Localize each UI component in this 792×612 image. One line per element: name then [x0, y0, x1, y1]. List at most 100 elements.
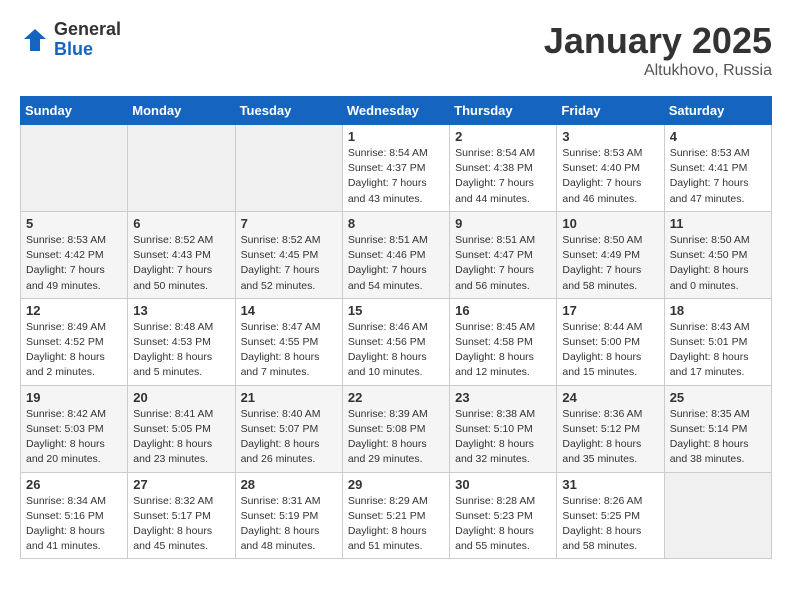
- page-header: General Blue January 2025 Altukhovo, Rus…: [20, 20, 772, 80]
- day-number: 20: [133, 390, 229, 405]
- calendar-cell: 21 Sunrise: 8:40 AMSunset: 5:07 PMDayligh…: [235, 385, 342, 472]
- day-info: Sunrise: 8:34 AMSunset: 5:16 PMDaylight:…: [26, 494, 122, 555]
- header-row: Sunday Monday Tuesday Wednesday Thursday…: [21, 97, 772, 125]
- day-info: Sunrise: 8:32 AMSunset: 5:17 PMDaylight:…: [133, 494, 229, 555]
- week-row-1: 1 Sunrise: 8:54 AMSunset: 4:37 PMDaylight…: [21, 125, 772, 212]
- logo-general: General: [54, 20, 121, 40]
- day-info: Sunrise: 8:52 AMSunset: 4:45 PMDaylight:…: [241, 233, 337, 294]
- day-number: 11: [670, 216, 766, 231]
- day-number: 4: [670, 129, 766, 144]
- day-number: 31: [562, 477, 658, 492]
- calendar-cell: 2 Sunrise: 8:54 AMSunset: 4:38 PMDaylight…: [450, 125, 557, 212]
- week-row-3: 12Sunrise: 8:49 AMSunset: 4:52 PMDayligh…: [21, 298, 772, 385]
- day-info: Sunrise: 8:54 AMSunset: 4:38 PMDaylight:…: [455, 146, 551, 207]
- calendar-cell: 7Sunrise: 8:52 AMSunset: 4:45 PMDaylight…: [235, 211, 342, 298]
- calendar-cell: 29Sunrise: 8:29 AMSunset: 5:21 PMDayligh…: [342, 472, 449, 559]
- calendar-cell: 19 Sunrise: 8:42 AMSunset: 5:03 PMDayligh…: [21, 385, 128, 472]
- day-info: Sunrise: 8:39 AMSunset: 5:08 PMDaylight:…: [348, 407, 444, 468]
- calendar-cell: 16Sunrise: 8:45 AMSunset: 4:58 PMDayligh…: [450, 298, 557, 385]
- week-row-5: 26 Sunrise: 8:34 AMSunset: 5:16 PMDayligh…: [21, 472, 772, 559]
- day-number: 1: [348, 129, 444, 144]
- calendar-cell: 30 Sunrise: 8:28 AMSunset: 5:23 PMDayligh…: [450, 472, 557, 559]
- calendar-cell: 11Sunrise: 8:50 AMSunset: 4:50 PMDayligh…: [664, 211, 771, 298]
- header-thursday: Thursday: [450, 97, 557, 125]
- calendar-cell: 9 Sunrise: 8:51 AMSunset: 4:47 PMDaylight…: [450, 211, 557, 298]
- day-info: Sunrise: 8:28 AMSunset: 5:23 PMDaylight:…: [455, 494, 551, 555]
- day-number: 5: [26, 216, 122, 231]
- day-number: 14: [241, 303, 337, 318]
- day-number: 12: [26, 303, 122, 318]
- day-number: 16: [455, 303, 551, 318]
- calendar-table: Sunday Monday Tuesday Wednesday Thursday…: [20, 96, 772, 559]
- logo-text: General Blue: [54, 20, 121, 60]
- day-info: Sunrise: 8:31 AMSunset: 5:19 PMDaylight:…: [241, 494, 337, 555]
- day-number: 9: [455, 216, 551, 231]
- day-info: Sunrise: 8:53 AMSunset: 4:41 PMDaylight:…: [670, 146, 766, 207]
- calendar-cell: [128, 125, 235, 212]
- day-number: 17: [562, 303, 658, 318]
- day-info: Sunrise: 8:38 AMSunset: 5:10 PMDaylight:…: [455, 407, 551, 468]
- header-friday: Friday: [557, 97, 664, 125]
- day-number: 15: [348, 303, 444, 318]
- calendar-cell: 15Sunrise: 8:46 AMSunset: 4:56 PMDayligh…: [342, 298, 449, 385]
- day-info: Sunrise: 8:43 AMSunset: 5:01 PMDaylight:…: [670, 320, 766, 381]
- calendar-cell: 14 Sunrise: 8:47 AMSunset: 4:55 PMDayligh…: [235, 298, 342, 385]
- day-number: 13: [133, 303, 229, 318]
- day-number: 21: [241, 390, 337, 405]
- day-number: 30: [455, 477, 551, 492]
- calendar-cell: 8Sunrise: 8:51 AMSunset: 4:46 PMDaylight…: [342, 211, 449, 298]
- week-row-2: 5 Sunrise: 8:53 AMSunset: 4:42 PMDaylight…: [21, 211, 772, 298]
- day-number: 25: [670, 390, 766, 405]
- header-monday: Monday: [128, 97, 235, 125]
- calendar-cell: [235, 125, 342, 212]
- day-info: Sunrise: 8:54 AMSunset: 4:37 PMDaylight:…: [348, 146, 444, 207]
- calendar-cell: 1 Sunrise: 8:54 AMSunset: 4:37 PMDaylight…: [342, 125, 449, 212]
- day-number: 27: [133, 477, 229, 492]
- day-number: 19: [26, 390, 122, 405]
- day-number: 23: [455, 390, 551, 405]
- day-info: Sunrise: 8:47 AMSunset: 4:55 PMDaylight:…: [241, 320, 337, 381]
- week-row-4: 19 Sunrise: 8:42 AMSunset: 5:03 PMDayligh…: [21, 385, 772, 472]
- day-info: Sunrise: 8:53 AMSunset: 4:42 PMDaylight:…: [26, 233, 122, 294]
- calendar-cell: 5 Sunrise: 8:53 AMSunset: 4:42 PMDaylight…: [21, 211, 128, 298]
- calendar-cell: 28Sunrise: 8:31 AMSunset: 5:19 PMDayligh…: [235, 472, 342, 559]
- day-info: Sunrise: 8:40 AMSunset: 5:07 PMDaylight:…: [241, 407, 337, 468]
- calendar-cell: 22Sunrise: 8:39 AMSunset: 5:08 PMDayligh…: [342, 385, 449, 472]
- day-info: Sunrise: 8:51 AMSunset: 4:47 PMDaylight:…: [455, 233, 551, 294]
- day-number: 18: [670, 303, 766, 318]
- day-info: Sunrise: 8:35 AMSunset: 5:14 PMDaylight:…: [670, 407, 766, 468]
- calendar-cell: 27 Sunrise: 8:32 AMSunset: 5:17 PMDayligh…: [128, 472, 235, 559]
- logo-icon: [20, 25, 50, 55]
- header-saturday: Saturday: [664, 97, 771, 125]
- calendar-cell: [21, 125, 128, 212]
- calendar-cell: 4 Sunrise: 8:53 AMSunset: 4:41 PMDaylight…: [664, 125, 771, 212]
- calendar-cell: 25 Sunrise: 8:35 AMSunset: 5:14 PMDayligh…: [664, 385, 771, 472]
- calendar-cell: 6Sunrise: 8:52 AMSunset: 4:43 PMDaylight…: [128, 211, 235, 298]
- day-number: 29: [348, 477, 444, 492]
- logo: General Blue: [20, 20, 121, 60]
- day-number: 3: [562, 129, 658, 144]
- day-number: 10: [562, 216, 658, 231]
- header-sunday: Sunday: [21, 97, 128, 125]
- header-wednesday: Wednesday: [342, 97, 449, 125]
- calendar-cell: 23 Sunrise: 8:38 AMSunset: 5:10 PMDayligh…: [450, 385, 557, 472]
- day-info: Sunrise: 8:50 AMSunset: 4:49 PMDaylight:…: [562, 233, 658, 294]
- day-info: Sunrise: 8:53 AMSunset: 4:40 PMDaylight:…: [562, 146, 658, 207]
- day-info: Sunrise: 8:41 AMSunset: 5:05 PMDaylight:…: [133, 407, 229, 468]
- day-number: 8: [348, 216, 444, 231]
- calendar-cell: 3 Sunrise: 8:53 AMSunset: 4:40 PMDaylight…: [557, 125, 664, 212]
- logo-blue: Blue: [54, 40, 121, 60]
- location: Altukhovo, Russia: [544, 62, 772, 80]
- calendar-cell: 10 Sunrise: 8:50 AMSunset: 4:49 PMDayligh…: [557, 211, 664, 298]
- day-info: Sunrise: 8:52 AMSunset: 4:43 PMDaylight:…: [133, 233, 229, 294]
- calendar-cell: 20 Sunrise: 8:41 AMSunset: 5:05 PMDayligh…: [128, 385, 235, 472]
- day-info: Sunrise: 8:42 AMSunset: 5:03 PMDaylight:…: [26, 407, 122, 468]
- calendar-cell: 24Sunrise: 8:36 AMSunset: 5:12 PMDayligh…: [557, 385, 664, 472]
- calendar-cell: 26 Sunrise: 8:34 AMSunset: 5:16 PMDayligh…: [21, 472, 128, 559]
- month-title: January 2025: [544, 20, 772, 62]
- day-info: Sunrise: 8:48 AMSunset: 4:53 PMDaylight:…: [133, 320, 229, 381]
- calendar-header: Sunday Monday Tuesday Wednesday Thursday…: [21, 97, 772, 125]
- calendar-cell: 17Sunrise: 8:44 AMSunset: 5:00 PMDayligh…: [557, 298, 664, 385]
- day-number: 2: [455, 129, 551, 144]
- day-number: 26: [26, 477, 122, 492]
